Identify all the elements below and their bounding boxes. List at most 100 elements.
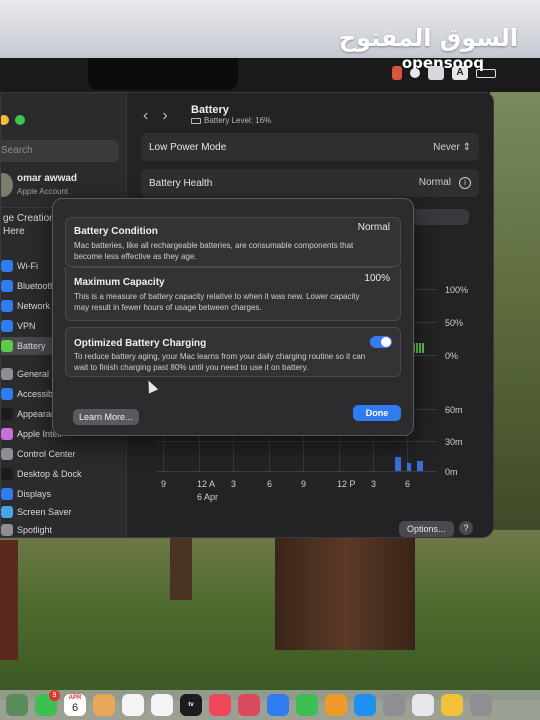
dock-app-reminders[interactable] [122, 694, 144, 716]
sidebar-item-label: Wi-Fi [17, 261, 38, 271]
battery-condition-card: Battery Condition Normal Mac batteries, … [65, 217, 401, 267]
dock: 9 APR 6 tv [0, 690, 540, 720]
optimized-charging-card: Optimized Battery Charging To reduce bat… [65, 327, 401, 377]
low-power-mode-row: Low Power Mode Never ⇕ [141, 133, 479, 161]
sidebar-item-icon [1, 524, 13, 536]
forward-arrow-icon[interactable]: › [162, 107, 167, 124]
options-button[interactable]: Options... [399, 521, 454, 537]
input-source-icon[interactable]: A [452, 66, 468, 80]
low-power-mode-select[interactable]: Never ⇕ [433, 142, 471, 153]
dock-app-music[interactable] [209, 694, 231, 716]
info-icon[interactable]: i [459, 177, 471, 189]
x-axis-date-label: 6 Apr [197, 492, 219, 502]
window-controls [1, 115, 25, 125]
facetime-badge: 9 [49, 690, 60, 701]
x-axis-label: 3 [231, 479, 237, 489]
dock-app-freeform[interactable] [151, 694, 173, 716]
done-button[interactable]: Done [353, 405, 401, 421]
x-axis-label: 9 [161, 479, 167, 489]
dock-app-messages[interactable] [6, 694, 28, 716]
battery-health-sheet: Battery Condition Normal Mac batteries, … [52, 198, 414, 436]
x-axis-label: 9 [301, 479, 307, 489]
y-axis-label-bottom: 30m [445, 437, 463, 447]
battery-condition-value: Normal [357, 222, 390, 233]
sidebar-item-displays[interactable]: Displays [1, 485, 127, 503]
y-axis-label-bottom: 0m [445, 467, 458, 477]
dock-app-facetime[interactable]: 9 [35, 690, 60, 716]
battery-level-label: Battery Level: 16% [204, 116, 272, 125]
wallpaper-trunk-main [275, 530, 415, 650]
learn-more-button[interactable]: Learn More... [73, 409, 139, 425]
dock-app-keynote[interactable] [267, 694, 289, 716]
wallpaper-trunk-left [0, 540, 18, 660]
optimized-charging-title: Optimized Battery Charging [74, 338, 207, 349]
dock-app-numbers[interactable] [296, 694, 318, 716]
dock-app-news[interactable] [238, 694, 260, 716]
search-input[interactable]: Search [1, 140, 119, 162]
sidebar-item-desktop-dock[interactable]: Desktop & Dock [1, 465, 127, 483]
watermark-arabic: السوق المفتوح [338, 24, 518, 52]
apple-account-item[interactable]: omar awwad Apple Account [1, 171, 127, 201]
sidebar-item-icon [1, 280, 13, 292]
battery-health-row: Battery Health Normal i [141, 169, 479, 197]
maximum-capacity-card: Maximum Capacity 100% This is a measure … [65, 267, 401, 321]
minimize-button[interactable] [1, 115, 9, 125]
display-icon[interactable] [428, 66, 444, 80]
battery-health-label: Battery Health [149, 177, 213, 189]
sidebar-item-icon [1, 368, 13, 380]
tv-label: tv [188, 702, 194, 708]
usage-bar [395, 457, 401, 471]
dock-app-pages[interactable] [325, 694, 347, 716]
x-axis-label: 6 [267, 479, 273, 489]
sidebar-item-spotlight[interactable]: Spotlight [1, 521, 127, 537]
battery-level-text: Battery Level: 16% [191, 116, 271, 125]
dock-app-tips[interactable] [441, 694, 463, 716]
dock-app-preview[interactable] [412, 694, 434, 716]
sidebar-item-label: Screen Saver [17, 507, 72, 517]
menubar-status-icons: A [392, 66, 496, 80]
sidebar-item-label: Desktop & Dock [17, 469, 82, 479]
sidebar-item-label: VPN [17, 321, 36, 331]
sidebar-age-line-1[interactable]: ge Creation [3, 213, 55, 224]
help-button[interactable]: ? [459, 521, 473, 535]
battery-level-bar [422, 343, 424, 353]
y-axis-label-bottom: 60m [445, 405, 463, 415]
battery-status-icon[interactable] [476, 68, 496, 78]
dock-app-app-store[interactable] [354, 694, 376, 716]
dock-app-system-settings[interactable] [383, 694, 405, 716]
sidebar-item-control-center[interactable]: Control Center [1, 445, 127, 463]
low-power-mode-value: Never [433, 141, 460, 153]
wallpaper-trunk-small [170, 530, 192, 600]
focus-moon-icon[interactable] [410, 68, 420, 78]
optimized-charging-description: To reduce battery aging, your Mac learns… [74, 352, 366, 372]
recording-indicator-icon[interactable] [392, 66, 402, 80]
sidebar-item-icon [1, 408, 13, 420]
optimized-charging-toggle[interactable] [370, 336, 392, 348]
battery-level-bar [416, 343, 418, 353]
sidebar-item-icon [1, 428, 13, 440]
sidebar-item-icon [1, 488, 13, 500]
sidebar-age-line-2[interactable]: Here [3, 226, 25, 237]
wallpaper-forest-right [490, 92, 540, 532]
back-arrow-icon[interactable]: ‹ [143, 107, 148, 124]
x-axis-label: 3 [371, 479, 377, 489]
usage-bar [417, 461, 423, 471]
user-name: omar awwad [17, 173, 78, 184]
y-axis-label-top: 50% [445, 318, 464, 328]
zoom-button[interactable] [15, 115, 25, 125]
y-axis-label-top: 100% [445, 285, 469, 295]
dock-app-contacts[interactable] [93, 694, 115, 716]
dock-app-tv[interactable]: tv [180, 694, 202, 716]
chart-gridline [157, 471, 437, 472]
calendar-day: 6 [71, 702, 79, 714]
sidebar-item-screen-saver[interactable]: Screen Saver [1, 503, 127, 521]
sidebar-item-icon [1, 340, 13, 352]
dock-app-calendar[interactable]: APR 6 [64, 694, 86, 716]
battery-health-value: Normal [418, 177, 451, 188]
toggle-knob [381, 337, 391, 347]
sidebar-item-label: General [17, 369, 50, 379]
camera-notch [88, 58, 238, 90]
dock-app-utility[interactable] [470, 694, 492, 716]
sidebar-item-icon [1, 388, 13, 400]
sidebar-item-icon [1, 320, 13, 332]
